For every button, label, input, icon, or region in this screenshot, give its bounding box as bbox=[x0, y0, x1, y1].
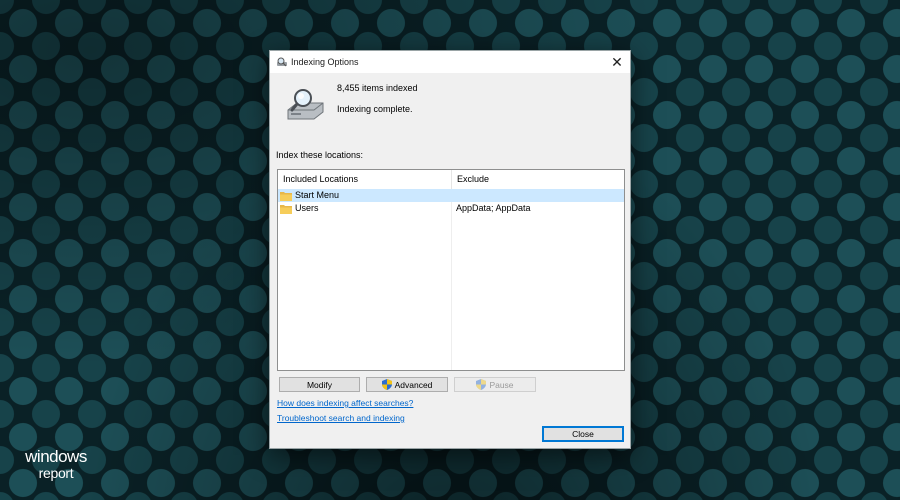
brand-line-1: windows bbox=[25, 447, 87, 466]
indexing-status: Indexing complete. bbox=[337, 104, 413, 114]
exclude-value: AppData; AppData bbox=[456, 203, 531, 213]
locations-list[interactable]: Included Locations Exclude Start Menu Us… bbox=[277, 169, 625, 371]
windows-report-logo: windows report bbox=[16, 448, 96, 480]
list-item[interactable]: Start Menu bbox=[278, 189, 624, 202]
column-header-exclude[interactable]: Exclude bbox=[451, 170, 624, 189]
close-button-label: Close bbox=[572, 429, 594, 439]
advanced-button[interactable]: Advanced bbox=[366, 377, 448, 392]
troubleshoot-link[interactable]: Troubleshoot search and indexing bbox=[277, 413, 405, 423]
location-cell: Users bbox=[280, 202, 319, 215]
magnifier-drive-icon bbox=[287, 89, 324, 120]
modify-button-label: Modify bbox=[306, 379, 333, 390]
title-bar[interactable]: Indexing Options ✕ bbox=[270, 51, 630, 73]
indexing-options-dialog: Indexing Options ✕ 8,455 items indexed I… bbox=[269, 50, 631, 449]
how-indexing-link[interactable]: How does indexing affect searches? bbox=[277, 398, 413, 408]
items-indexed-count: 8,455 items indexed bbox=[337, 83, 418, 93]
advanced-button-label: Advanced bbox=[394, 379, 433, 390]
folder-icon bbox=[280, 191, 292, 201]
location-name: Users bbox=[295, 203, 319, 213]
column-divider bbox=[451, 189, 452, 370]
indexing-options-icon bbox=[277, 57, 287, 67]
modify-button[interactable]: Modify bbox=[279, 377, 360, 392]
location-name: Start Menu bbox=[295, 190, 340, 200]
list-item[interactable]: Users AppData; AppData bbox=[278, 202, 624, 215]
folder-icon bbox=[280, 204, 292, 214]
uac-shield-icon bbox=[476, 379, 487, 390]
pause-button-label: Pause bbox=[489, 379, 514, 390]
list-header: Included Locations Exclude bbox=[278, 170, 624, 189]
location-cell: Start Menu bbox=[280, 189, 339, 202]
pause-button[interactable]: Pause bbox=[454, 377, 536, 392]
uac-shield-icon bbox=[381, 379, 392, 390]
index-locations-label: Index these locations: bbox=[276, 150, 364, 160]
column-header-included[interactable]: Included Locations bbox=[278, 170, 451, 189]
close-icon[interactable]: ✕ bbox=[604, 51, 630, 73]
dialog-title: Indexing Options bbox=[291, 57, 359, 67]
brand-line-2: report bbox=[38, 465, 74, 481]
close-button[interactable]: Close bbox=[542, 426, 624, 442]
